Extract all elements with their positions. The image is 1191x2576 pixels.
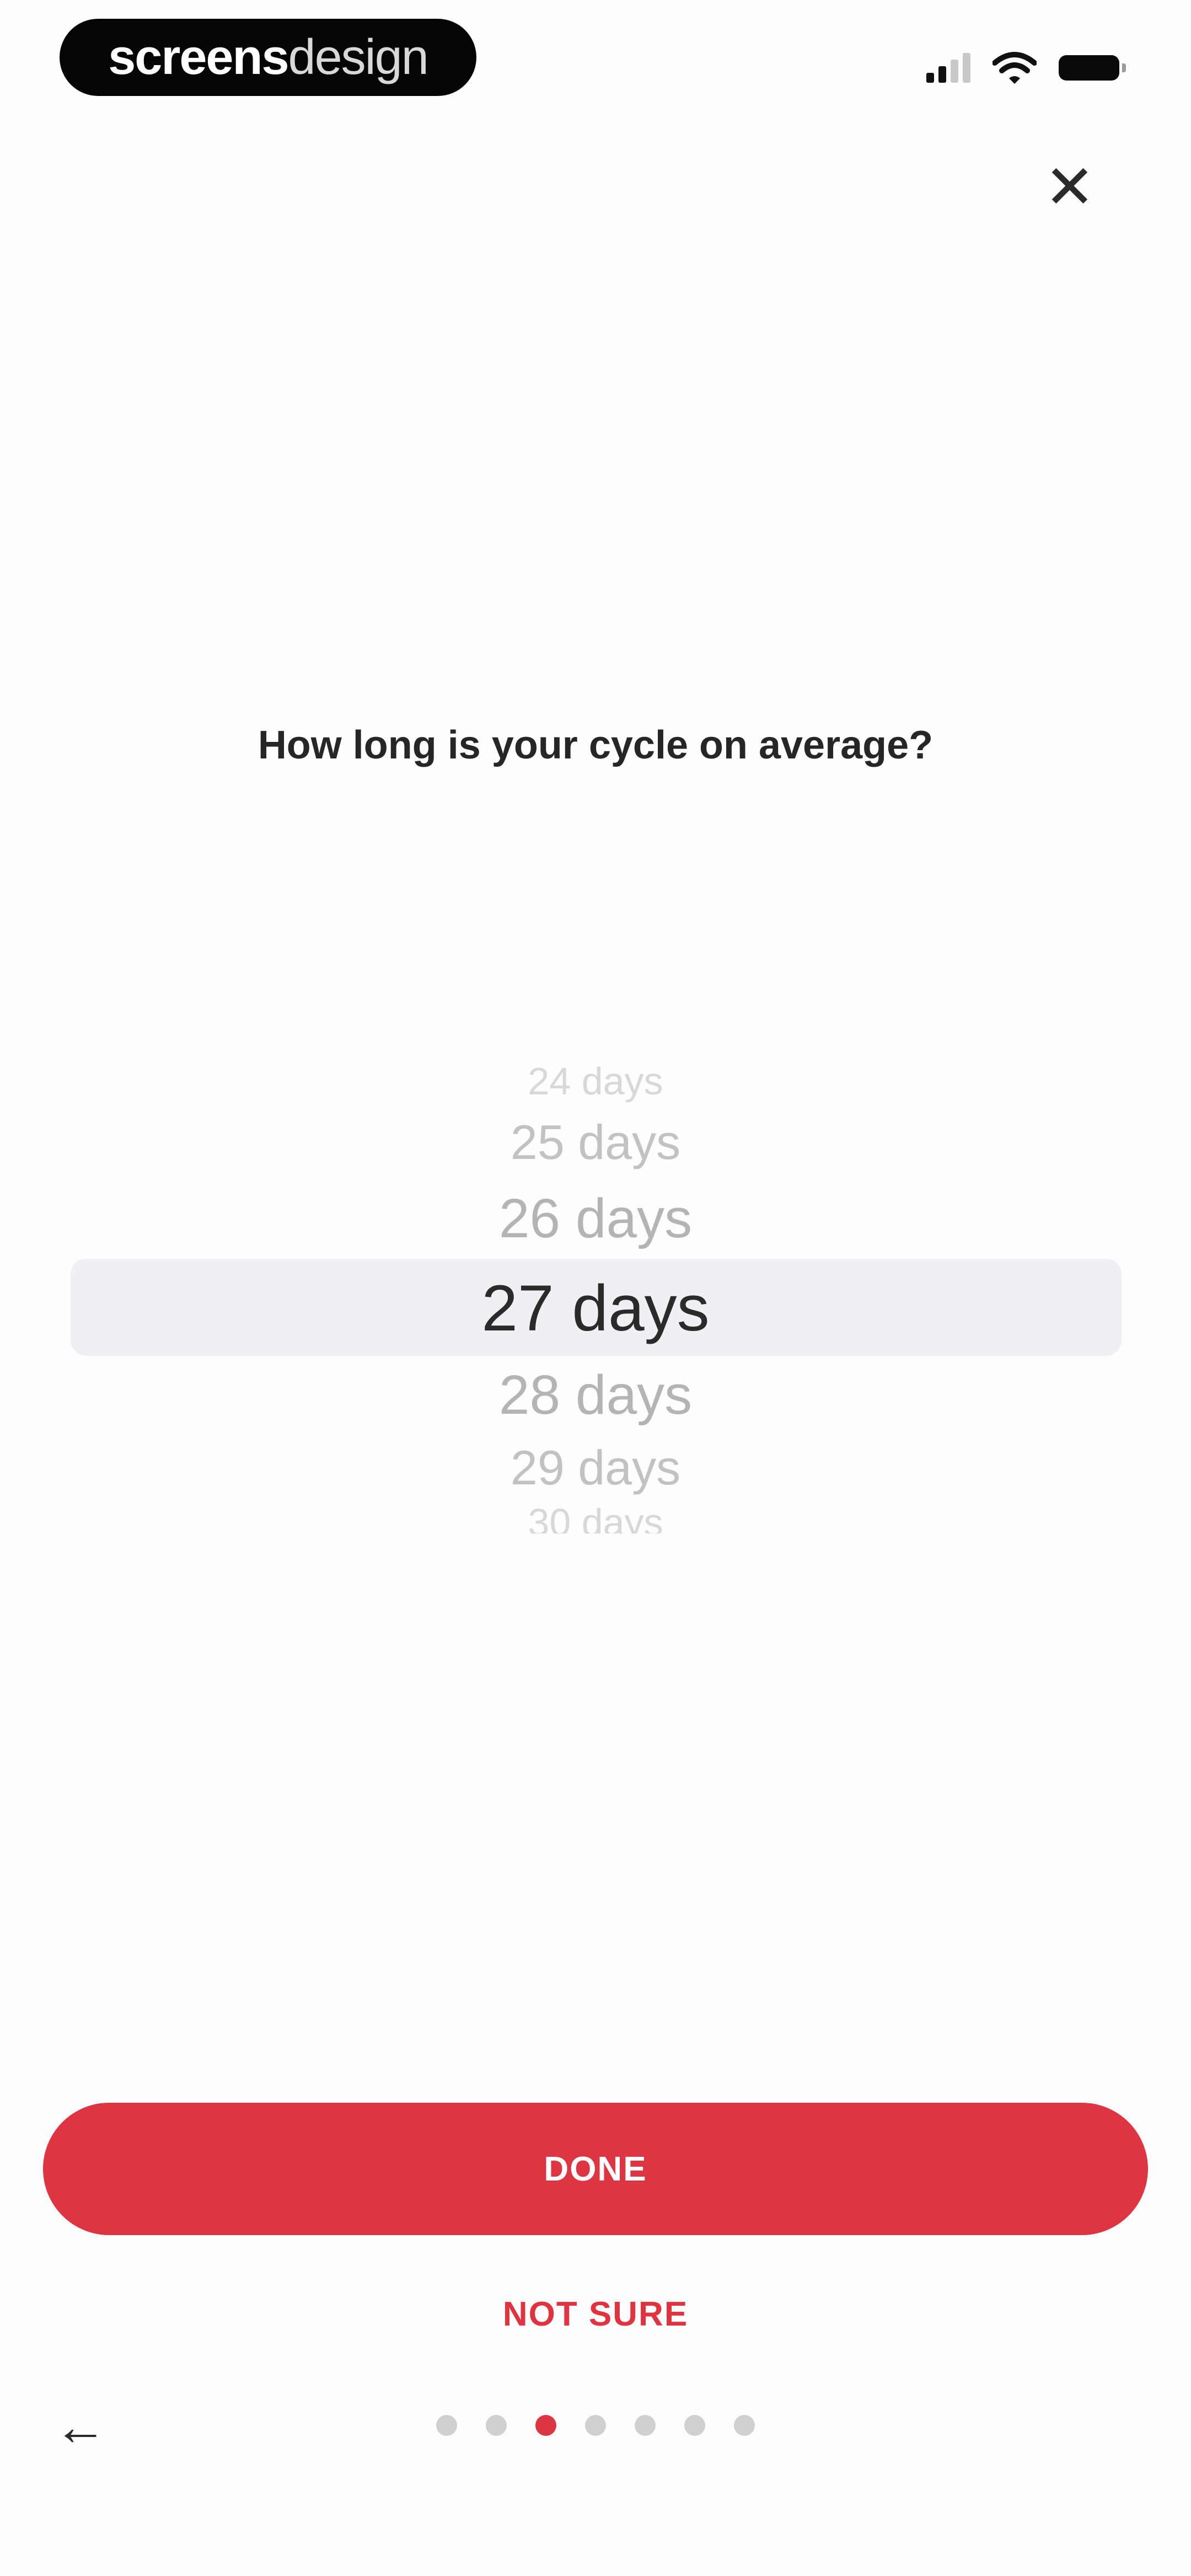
picker-option[interactable]: 30 days xyxy=(0,1500,1191,1533)
signal-icon xyxy=(926,53,970,83)
page-dot xyxy=(486,2415,507,2436)
close-icon[interactable]: ✕ xyxy=(1037,154,1103,221)
wifi-icon xyxy=(993,52,1037,84)
done-button[interactable]: DONE xyxy=(43,2103,1148,2235)
page-indicator xyxy=(0,2415,1191,2437)
battery-icon xyxy=(1059,55,1126,81)
page-dot xyxy=(684,2415,705,2436)
page-dot xyxy=(635,2415,656,2436)
page-dot-active xyxy=(535,2415,556,2436)
picker-option[interactable]: 29 days xyxy=(0,1440,1191,1496)
brand-logo: screens design xyxy=(60,19,476,96)
done-button-label: DONE xyxy=(544,2150,647,2188)
picker-option[interactable]: 25 days xyxy=(0,1114,1191,1171)
page-dot xyxy=(734,2415,755,2436)
brand-logo-part2: design xyxy=(288,29,429,85)
picker-option[interactable]: 28 days xyxy=(0,1364,1191,1427)
brand-logo-part1: screens xyxy=(108,29,289,85)
onboarding-screen: screens design ✕ How long is your cycle o… xyxy=(0,0,1191,2576)
not-sure-link[interactable]: NOT SURE xyxy=(0,2295,1191,2334)
picker-option-selected[interactable]: 27 days xyxy=(0,1271,1191,1346)
page-dot xyxy=(585,2415,606,2436)
status-icons xyxy=(926,49,1126,87)
picker-option[interactable]: 26 days xyxy=(0,1187,1191,1250)
cycle-length-picker[interactable]: 24 days 25 days 26 days 27 days 28 days … xyxy=(0,1037,1191,1567)
picker-option[interactable]: 24 days xyxy=(0,1059,1191,1103)
page-dot xyxy=(436,2415,457,2436)
question-title: How long is your cycle on average? xyxy=(257,723,934,767)
